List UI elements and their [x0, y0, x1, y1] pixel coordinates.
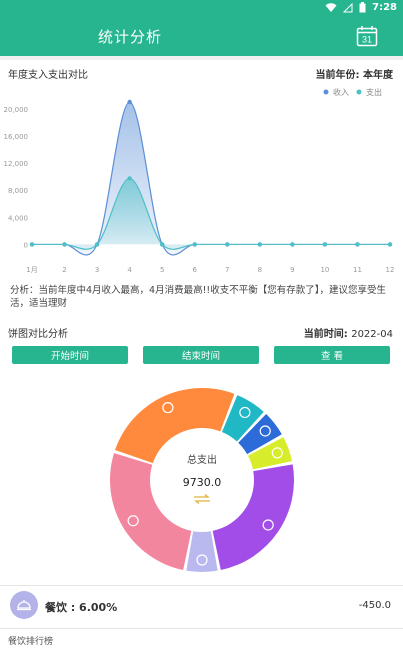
- donut-center-label: 总支出: [187, 453, 217, 466]
- donut-chart: 总支出 9730.0: [105, 385, 300, 575]
- calendar-day: 31: [362, 35, 372, 45]
- data-point[interactable]: [159, 242, 165, 247]
- x-tick-label: 5: [160, 266, 164, 274]
- data-point[interactable]: [127, 176, 132, 181]
- y-tick-label: 20,000: [4, 106, 29, 114]
- data-point[interactable]: [29, 242, 35, 247]
- summary-amount: -450.0: [358, 600, 391, 611]
- y-tick-label: 0: [24, 241, 28, 249]
- ranking-title: 餐饮排行榜: [8, 637, 54, 647]
- data-point[interactable]: [94, 242, 100, 247]
- legend-expense-marker: [356, 89, 362, 95]
- status-bar: 7:28: [0, 0, 403, 16]
- legend-expense-label: 支出: [366, 87, 382, 97]
- y-tick-label: 8,000: [8, 187, 28, 195]
- app-bar: 统计分析 31: [0, 16, 403, 56]
- data-point[interactable]: [62, 242, 67, 247]
- series-area: [32, 178, 390, 250]
- x-tick-label: 3: [95, 266, 99, 274]
- x-tick-label: 10: [320, 266, 329, 274]
- data-point[interactable]: [192, 242, 197, 247]
- donut-chart-svg: 总支出 9730.0: [110, 388, 294, 572]
- x-tick-label: 1月: [26, 266, 37, 274]
- chart-legend: 收入 支出: [323, 87, 382, 97]
- legend-income-label: 收入: [333, 87, 349, 97]
- data-point[interactable]: [322, 242, 328, 247]
- donut-slice-0[interactable]: [186, 531, 218, 572]
- series-area: [32, 102, 390, 255]
- data-point[interactable]: [225, 242, 230, 247]
- end-time-button[interactable]: 结束时间: [143, 346, 259, 364]
- pie-section-title: 饼图对比分析: [8, 329, 68, 340]
- data-point[interactable]: [355, 242, 360, 247]
- x-tick-label: 6: [192, 266, 197, 274]
- signal-icon: [343, 2, 353, 12]
- analysis-text: 分析：当前年度中4月收入最高，4月消费最高!!收支不平衡【您有存款了】，建议您享…: [10, 285, 386, 309]
- series-line: [32, 177, 390, 250]
- divider: [0, 56, 403, 60]
- current-time-value: 2022-04: [351, 329, 393, 340]
- data-point[interactable]: [257, 242, 263, 247]
- yearly-title: 年度支入支出对比: [8, 70, 88, 81]
- wifi-icon: [325, 2, 337, 12]
- line-chart: 收入 支出 20,000 16,000 12,000 8,000 4,000 0 1月 2 3…: [0, 80, 403, 275]
- view-button[interactable]: 查 看: [274, 346, 390, 364]
- x-tick-label: 9: [290, 266, 294, 274]
- page-title: 统计分析: [98, 28, 163, 46]
- summary-label: 餐饮 : 6.00%: [45, 601, 118, 614]
- data-point[interactable]: [127, 99, 132, 105]
- data-point[interactable]: [387, 242, 393, 247]
- donut-center-value: 9730.0: [183, 476, 222, 489]
- y-tick-label: 12,000: [4, 160, 29, 168]
- x-tick-label: 12: [386, 266, 395, 274]
- line-chart-svg: 收入 支出 20,000 16,000 12,000 8,000 4,000 0 1月 2 3…: [4, 87, 395, 274]
- x-tick-label: 8: [258, 266, 262, 274]
- battery-icon: [359, 2, 366, 13]
- y-tick-label: 4,000: [8, 214, 28, 222]
- y-tick-label: 16,000: [4, 133, 29, 141]
- divider: [0, 585, 403, 586]
- calendar-icon[interactable]: 31: [356, 25, 378, 47]
- year-selector[interactable]: 当前年份: 本年度: [316, 66, 393, 81]
- x-tick-label: 7: [225, 266, 229, 274]
- current-time: 当前时间: 2022-04: [304, 325, 393, 340]
- status-time: 7:28: [372, 2, 397, 13]
- x-tick-label: 2: [62, 266, 66, 274]
- x-tick-label: 4: [127, 266, 132, 274]
- x-tick-label: 11: [353, 266, 362, 274]
- category-summary[interactable]: 餐饮 : 6.00% -450.0: [0, 588, 403, 626]
- series-line: [32, 101, 390, 256]
- start-time-button[interactable]: 开始时间: [12, 346, 128, 364]
- status-icons: 7:28: [325, 2, 397, 13]
- current-time-prefix: 当前时间:: [303, 329, 348, 340]
- legend-income-marker: [323, 89, 329, 95]
- divider: [0, 628, 403, 629]
- dining-icon: [10, 591, 38, 619]
- data-point[interactable]: [290, 242, 295, 247]
